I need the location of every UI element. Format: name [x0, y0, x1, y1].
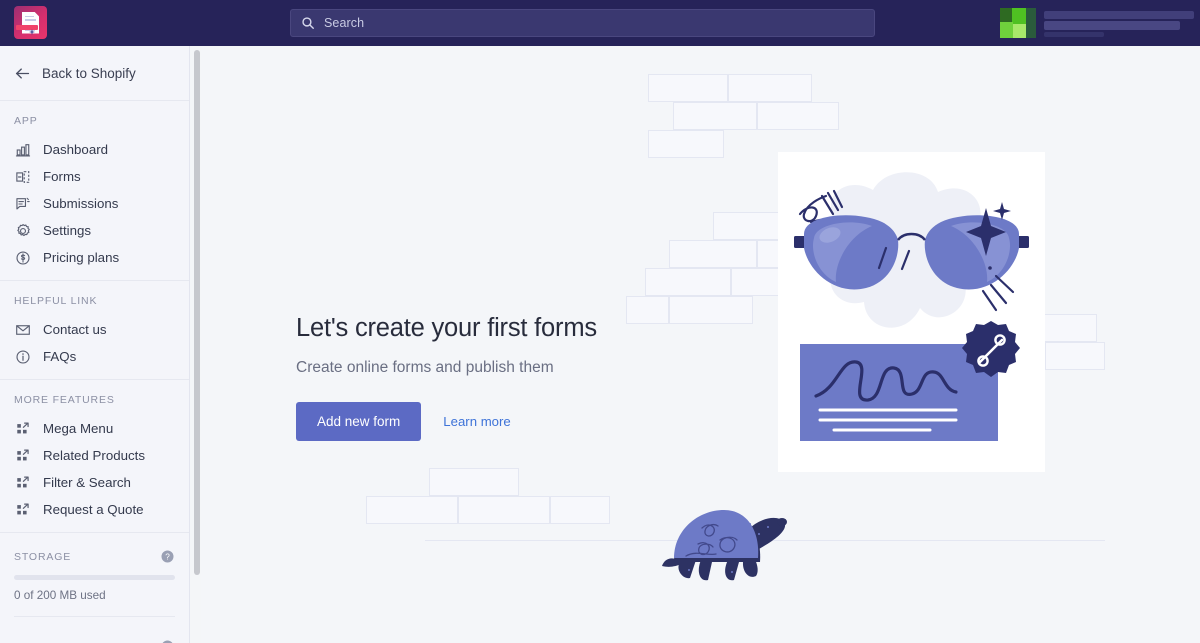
sidebar-item-submissions[interactable]: Submissions	[0, 190, 189, 217]
grid-external-link-icon	[17, 475, 29, 487]
learn-more-link[interactable]: Learn more	[443, 414, 510, 429]
section-title-more-features: MORE FEATURES	[14, 394, 115, 406]
page-title: Let's create your first forms	[296, 314, 597, 342]
sidebar-section-app: APP Dashboard Forms Submissions Settings…	[0, 101, 189, 281]
storage-meter: STORAGE ? 0 of 200 MB used	[0, 533, 189, 623]
help-circle-icon[interactable]: ?	[160, 639, 175, 643]
sidebar-item-label: Dashboard	[43, 142, 109, 157]
envelope-icon	[16, 324, 30, 335]
gear-icon	[17, 223, 30, 236]
sidebar-item-label: Request a Quote	[43, 502, 144, 517]
help-circle-icon[interactable]: ?	[160, 549, 175, 564]
sidebar-item-settings[interactable]: Settings	[0, 217, 189, 244]
arrow-left-icon	[15, 67, 30, 79]
storage-title: STORAGE	[14, 550, 72, 563]
sidebar-item-label: Filter & Search	[43, 475, 131, 490]
dollar-circle-icon	[16, 250, 30, 265]
search-placeholder: Search	[324, 16, 365, 30]
sidebar-item-forms[interactable]: Forms	[0, 163, 189, 190]
sidebar-item-pricing-plans[interactable]: Pricing plans	[0, 244, 189, 271]
turtle-mascot	[656, 494, 791, 584]
sidebar-section-more-features: MORE FEATURES Mega Menu Related Products	[0, 380, 189, 533]
sidebar-item-label: Related Products	[43, 448, 145, 463]
add-new-form-button[interactable]: Add new form	[296, 402, 422, 441]
sidebar-item-request-a-quote[interactable]: Request a Quote	[0, 496, 189, 523]
grid-external-link-icon	[17, 448, 29, 460]
empty-state-copy: Let's create your first forms Create onl…	[296, 314, 716, 441]
avatar	[1000, 8, 1036, 38]
sidebar-item-label: Settings	[43, 223, 92, 238]
document-icon	[22, 11, 39, 34]
search-icon	[302, 17, 314, 29]
sidebar-scrollbar[interactable]	[194, 50, 200, 575]
search-field[interactable]: Search	[290, 9, 875, 37]
emails-meter: EMAILS ?	[0, 623, 189, 643]
sidebar-item-filter-and-search[interactable]: Filter & Search	[0, 469, 189, 496]
submissions-icon	[16, 197, 30, 209]
cta-row: Add new form Learn more	[296, 402, 716, 441]
sunglasses-coupon-card-illustration	[778, 152, 1045, 472]
back-to-shopify-link[interactable]: Back to Shopify	[0, 46, 189, 101]
section-title-app: APP	[14, 115, 38, 127]
sidebar-item-label: FAQs	[43, 349, 77, 364]
account-name-redacted	[1042, 8, 1200, 38]
sidebar-item-dashboard[interactable]: Dashboard	[0, 136, 189, 163]
forms-app-logo[interactable]	[14, 6, 47, 39]
bar-chart-icon	[15, 143, 31, 157]
sidebar-item-label: Forms	[43, 169, 81, 184]
top-header-bar: Search	[0, 0, 1200, 46]
logo-accent-bar	[16, 25, 38, 30]
storage-usage-text: 0 of 200 MB used	[14, 589, 106, 602]
account-menu[interactable]	[1000, 8, 1200, 38]
sidebar-divider	[14, 616, 175, 617]
sidebar-item-faqs[interactable]: FAQs	[0, 343, 189, 370]
sidebar-section-helpful-link: HELPFUL LINK Contact us FAQs	[0, 281, 189, 380]
sidebar-item-label: Mega Menu	[43, 421, 114, 436]
svg-text:?: ?	[165, 553, 170, 562]
info-circle-icon	[16, 349, 30, 364]
sidebar-item-mega-menu[interactable]: Mega Menu	[0, 415, 189, 442]
section-title-helpful-link: HELPFUL LINK	[14, 295, 98, 307]
sidebar-item-label: Submissions	[43, 196, 119, 211]
grid-external-link-icon	[17, 421, 29, 433]
sidebar-item-related-products[interactable]: Related Products	[0, 442, 189, 469]
page-subtitle: Create online forms and publish them	[296, 359, 554, 376]
storage-progress-bar	[14, 575, 175, 580]
back-to-shopify-label: Back to Shopify	[42, 65, 136, 81]
sidebar-item-label: Contact us	[43, 322, 107, 337]
sidebar: Back to Shopify APP Dashboard Forms Subm…	[0, 46, 190, 643]
sidebar-item-contact-us[interactable]: Contact us	[0, 316, 189, 343]
grid-external-link-icon	[17, 502, 29, 514]
main-content: Let's create your first forms Create onl…	[201, 46, 1200, 643]
sidebar-item-label: Pricing plans	[43, 250, 120, 265]
form-layout-icon	[16, 170, 30, 183]
